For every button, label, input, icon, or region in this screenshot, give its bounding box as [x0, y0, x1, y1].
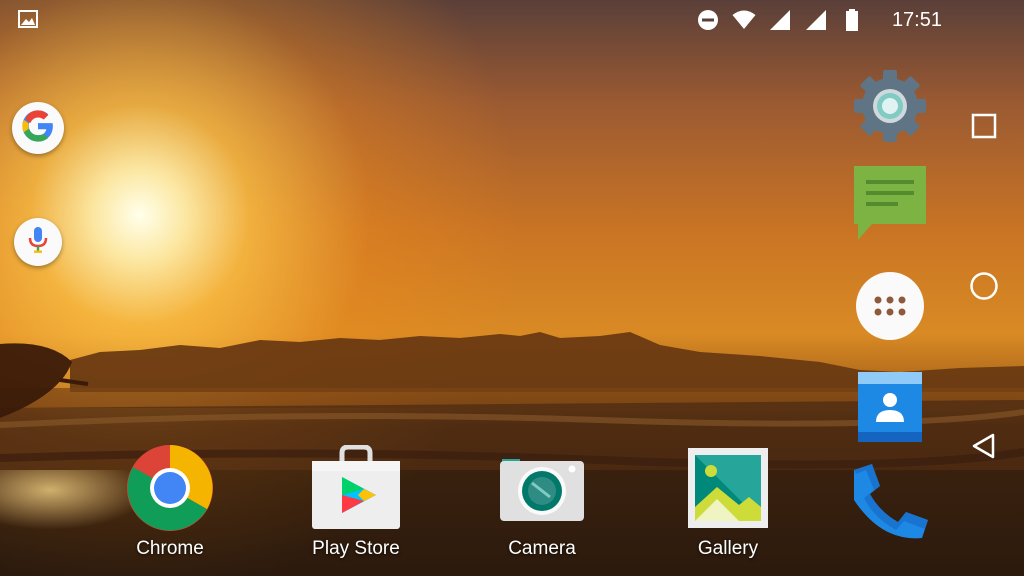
home-button[interactable]: [964, 268, 1004, 308]
status-bar: 17:51: [0, 0, 1024, 40]
google-g-icon: [21, 109, 55, 148]
battery-icon: [840, 8, 864, 32]
recents-button[interactable]: [964, 108, 1004, 148]
message-bubble-icon: [848, 160, 932, 249]
messaging-app[interactable]: [848, 162, 932, 246]
settings-gear-icon: [850, 66, 930, 151]
settings-app[interactable]: [848, 66, 932, 150]
wifi-icon: [732, 8, 756, 32]
app-label: Play Store: [312, 538, 400, 559]
back-icon: [970, 432, 998, 465]
play-store-app[interactable]: Play Store: [286, 440, 426, 570]
google-search-button[interactable]: [12, 102, 64, 154]
app-drawer-button[interactable]: [848, 266, 932, 350]
clock: 17:51: [891, 9, 942, 31]
contacts-app[interactable]: [848, 366, 932, 450]
app-drawer-icon: [854, 270, 926, 347]
navigation-bar: [944, 40, 1024, 576]
chrome-icon: [122, 440, 218, 536]
app-label: Chrome: [136, 538, 204, 559]
gallery-notification-icon: [18, 10, 38, 28]
signal-icon: [804, 8, 828, 32]
gallery-app[interactable]: Gallery: [658, 440, 798, 570]
gallery-icon: [680, 440, 776, 536]
phone-app[interactable]: [848, 462, 932, 546]
back-button[interactable]: [964, 428, 1004, 468]
camera-app[interactable]: Camera: [472, 440, 612, 570]
contacts-icon: [852, 366, 928, 451]
phone-icon: [848, 460, 932, 549]
play-store-icon: [308, 440, 404, 536]
microphone-icon: [27, 226, 49, 259]
recents-icon: [971, 113, 997, 144]
camera-icon: [494, 440, 590, 536]
do-not-disturb-icon: [696, 8, 720, 32]
voice-search-button[interactable]: [14, 218, 62, 266]
app-label: Gallery: [697, 538, 759, 559]
chrome-app[interactable]: Chrome: [100, 440, 240, 570]
home-icon: [969, 271, 999, 306]
app-label: Camera: [508, 538, 576, 559]
signal-icon: [768, 8, 792, 32]
